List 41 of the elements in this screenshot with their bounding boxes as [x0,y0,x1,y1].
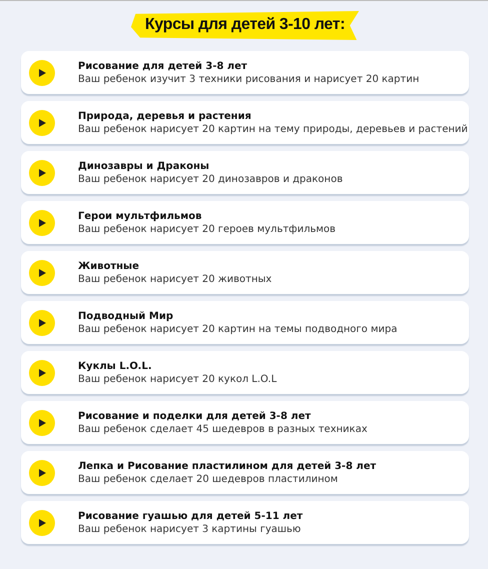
course-title: Динозавры и Драконы [78,160,210,172]
play-icon[interactable] [29,210,55,236]
play-icon[interactable] [29,510,55,536]
course-title: Подводный Мир [78,310,174,322]
course-card[interactable]: Лепка и Рисование пластилином для детей 3-8 лет Ваш ребенок сделает 20 шедевров пластилином [21,451,469,494]
course-title: Рисование и поделки для детей 3-8 лет [78,410,312,422]
play-icon[interactable] [29,360,55,386]
play-icon[interactable] [29,110,55,136]
course-card[interactable]: Динозавры и Драконы Ваш ребенок нарисует 20 динозавров и драконов [21,151,469,194]
course-description: Ваш ребенок изучит 3 техники рисования и нарисует 20 картин [78,74,420,84]
course-description: Ваш ребенок сделает 20 шедевров пластилином [78,474,339,484]
course-description: Ваш ребенок нарисует 20 кукол L.O.L [78,374,277,384]
course-card[interactable]: Куклы L.O.L. Ваш ребенок нарисует 20 кукол L.O.L [21,351,469,394]
course-card[interactable]: Рисование гуашью для детей 5-11 лет Ваш ребенок нарисует 3 картины гуашью [21,501,469,544]
play-icon[interactable] [29,60,55,86]
course-title: Рисование для детей 3-8 лет [78,60,248,72]
course-description: Ваш ребенок нарисует 20 картин на тему природы, деревьев и растений [78,124,468,134]
course-description: Ваш ребенок нарисует 20 героев мультфильмов [78,224,336,234]
course-description: Ваш ребенок нарисует 20 картин на темы подводного мира [78,324,398,334]
course-title: Куклы L.O.L. [78,360,153,372]
course-title: Животные [78,260,140,272]
course-card[interactable]: Подводный Мир Ваш ребенок нарисует 20 картин на темы подводного мира [21,301,469,344]
section-heading: Курсы для детей 3-10 лет: [131,11,359,40]
course-title: Природа, деревья и растения [78,110,252,122]
play-icon[interactable] [29,310,55,336]
course-description: Ваш ребенок нарисует 20 динозавров и драконов [78,174,343,184]
course-title: Рисование гуашью для детей 5-11 лет [78,510,303,522]
course-card[interactable]: Природа, деревья и растения Ваш ребенок нарисует 20 картин на тему природы, деревьев и растений [21,101,469,144]
course-card[interactable]: Рисование и поделки для детей 3-8 лет Ваш ребенок сделает 45 шедевров в разных техниках [21,401,469,444]
course-title: Герои мультфильмов [78,210,203,222]
course-description: Ваш ребенок нарисует 3 картины гуашью [78,524,302,534]
play-icon[interactable] [29,260,55,286]
course-title: Лепка и Рисование пластилином для детей 3-8 лет [78,460,376,472]
course-card[interactable]: Животные Ваш ребенок нарисует 20 животных [21,251,469,294]
play-icon[interactable] [29,160,55,186]
play-icon[interactable] [29,410,55,436]
course-description: Ваш ребенок нарисует 20 животных [78,274,272,284]
course-card[interactable]: Герои мультфильмов Ваш ребенок нарисует 20 героев мультфильмов [21,201,469,244]
course-description: Ваш ребенок сделает 45 шедевров в разных техниках [78,424,368,434]
course-card[interactable]: Рисование для детей 3-8 лет Ваш ребенок изучит 3 техники рисования и нарисует 20 картин [21,51,469,94]
play-icon[interactable] [29,460,55,486]
